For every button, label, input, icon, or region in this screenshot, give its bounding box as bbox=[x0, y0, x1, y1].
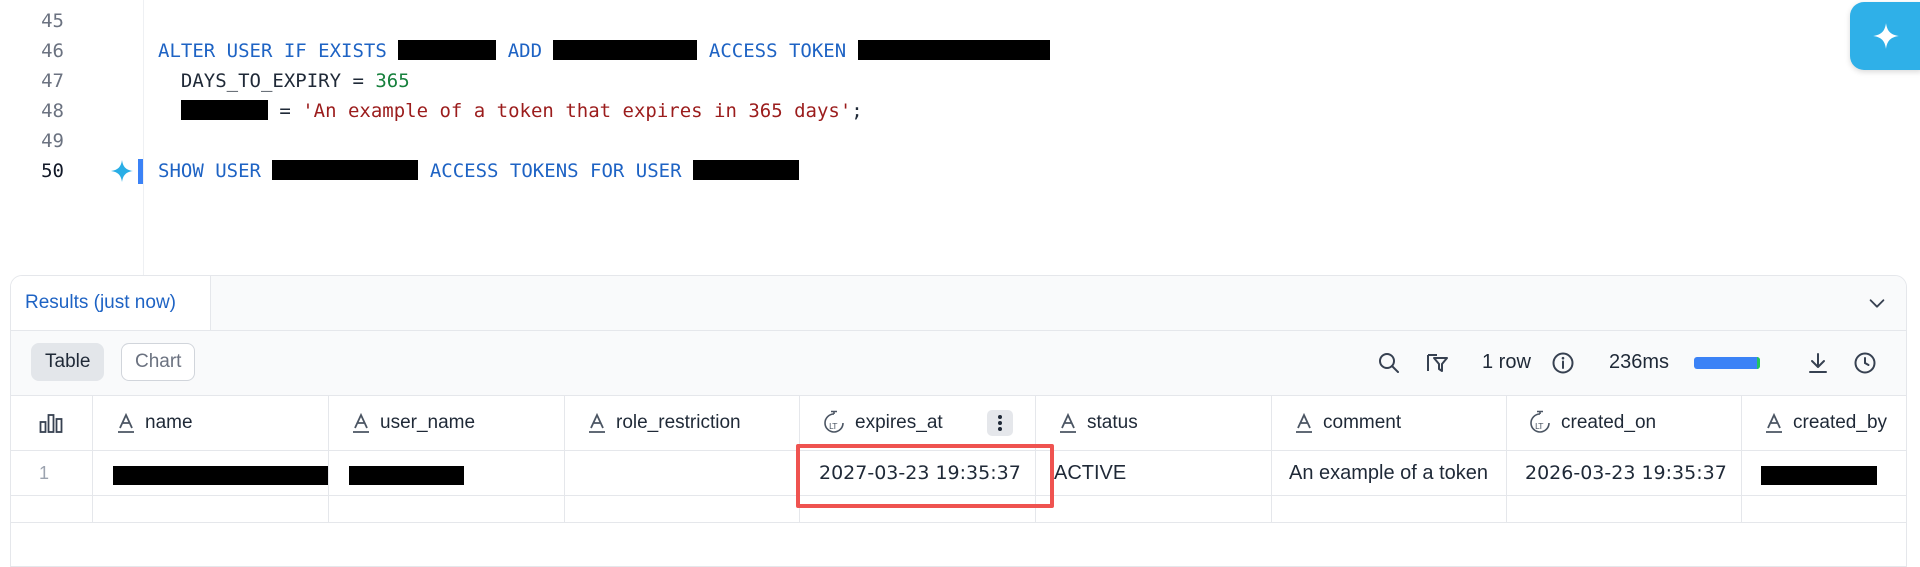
line-number: 45 bbox=[41, 10, 64, 32]
chevron-down-icon[interactable] bbox=[1866, 292, 1888, 314]
chart-view-button[interactable]: Chart bbox=[121, 343, 196, 381]
sparkle-icon bbox=[1873, 23, 1899, 49]
column-header-role-restriction[interactable]: role_restriction bbox=[586, 396, 741, 450]
svg-text:LT: LT bbox=[829, 422, 837, 431]
code-line[interactable]: 48 = 'An example of a token that expires… bbox=[0, 96, 1900, 126]
text-type-icon bbox=[118, 412, 134, 433]
column-header-user-name[interactable]: user_name bbox=[350, 396, 475, 450]
sql-editor[interactable]: 45 46 ALTER USER IF EXISTS ADD ACCESS TO… bbox=[0, 0, 1920, 275]
cell-expires-at[interactable]: 2027-03-23 19:35:37 bbox=[819, 451, 1021, 495]
code-line[interactable]: 47 DAYS_TO_EXPIRY = 365 bbox=[0, 66, 1900, 96]
empty-row bbox=[11, 496, 1906, 523]
text-type-icon bbox=[1060, 412, 1076, 433]
query-duration: 236ms bbox=[1609, 351, 1670, 373]
line-number: 50 bbox=[41, 160, 64, 182]
code-line[interactable]: 46 ALTER USER IF EXISTS ADD ACCESS TOKEN bbox=[0, 36, 1900, 66]
text-type-icon bbox=[589, 412, 605, 433]
column-divider bbox=[799, 396, 800, 522]
ai-assistant-button[interactable] bbox=[1850, 2, 1920, 70]
progress-end-marker bbox=[1757, 357, 1760, 369]
code-text: DAYS_TO_EXPIRY = 365 bbox=[180, 70, 410, 92]
column-divider bbox=[1271, 396, 1272, 522]
text-type-icon bbox=[353, 412, 369, 433]
code-line-active[interactable]: 50 SHOW USER ACCESS TOKENS FOR USER bbox=[0, 156, 1900, 186]
filter-columns-icon[interactable] bbox=[1425, 351, 1449, 375]
column-divider bbox=[1035, 396, 1036, 522]
cell-created-on[interactable]: 2026-03-23 19:35:37 bbox=[1525, 451, 1727, 495]
line-number: 46 bbox=[41, 40, 64, 62]
column-stats-icon[interactable] bbox=[39, 412, 63, 434]
ai-sparkle-icon[interactable] bbox=[110, 159, 134, 183]
search-icon[interactable] bbox=[1377, 351, 1401, 375]
active-line-marker bbox=[138, 159, 143, 184]
redacted-block bbox=[180, 100, 268, 120]
code-line[interactable]: 49 bbox=[0, 126, 1900, 156]
text-type-icon bbox=[1296, 412, 1312, 433]
results-toolbar: Table Chart 1 row 236ms bbox=[11, 331, 1906, 396]
timestamp-type-icon: LT bbox=[824, 410, 844, 433]
query-progress-bar bbox=[1694, 357, 1760, 369]
column-divider bbox=[328, 396, 329, 522]
progress-fill bbox=[1694, 357, 1760, 369]
code-line[interactable]: 45 bbox=[0, 6, 1900, 36]
table-header-row: name user_name role_restriction LT expir… bbox=[11, 396, 1906, 451]
row-index: 1 bbox=[38, 463, 49, 483]
column-divider bbox=[1506, 396, 1507, 522]
column-header-comment[interactable]: comment bbox=[1293, 396, 1401, 450]
redacted-block bbox=[692, 160, 799, 180]
cell-status[interactable]: ACTIVE bbox=[1054, 451, 1126, 495]
more-vertical-icon bbox=[998, 415, 1002, 431]
cell-comment[interactable]: An example of a token bbox=[1289, 451, 1488, 495]
column-header-status[interactable]: status bbox=[1057, 396, 1138, 450]
table-view-button[interactable]: Table bbox=[31, 343, 105, 381]
redacted-block bbox=[857, 40, 1050, 60]
info-icon[interactable] bbox=[1551, 351, 1575, 375]
table-row[interactable]: 1 2027-03-23 19:35:37 ACTIVE An example … bbox=[11, 451, 1906, 496]
history-clock-icon[interactable] bbox=[1853, 351, 1877, 375]
redacted-block bbox=[113, 466, 329, 485]
column-header-created-on[interactable]: LT created_on bbox=[1527, 396, 1656, 450]
code-text: = 'An example of a token that expires in… bbox=[158, 96, 863, 126]
text-type-icon bbox=[1766, 412, 1782, 433]
redacted-block bbox=[349, 466, 464, 485]
column-header-created-by[interactable]: created_by bbox=[1763, 396, 1887, 450]
column-divider bbox=[564, 396, 565, 522]
results-panel: Results (just now) Table Chart 1 row 236… bbox=[10, 275, 1907, 567]
column-header-expires-at[interactable]: LT expires_at bbox=[821, 396, 943, 450]
results-tab[interactable]: Results (just now) bbox=[11, 276, 211, 330]
code-text: ALTER USER IF EXISTS ADD ACCESS TOKEN bbox=[158, 36, 1050, 66]
column-divider bbox=[92, 396, 93, 522]
line-number: 49 bbox=[41, 130, 64, 152]
results-header: Results (just now) bbox=[11, 276, 1906, 331]
download-icon[interactable] bbox=[1806, 351, 1830, 375]
redacted-block bbox=[553, 40, 698, 60]
redacted-block bbox=[1761, 466, 1877, 485]
column-menu-button[interactable] bbox=[987, 410, 1013, 436]
redacted-block bbox=[398, 40, 497, 60]
row-count: 1 row bbox=[1482, 351, 1531, 373]
line-number: 48 bbox=[41, 100, 64, 122]
line-number: 47 bbox=[41, 70, 64, 92]
code-text: SHOW USER ACCESS TOKENS FOR USER bbox=[158, 156, 799, 186]
column-header-name[interactable]: name bbox=[115, 396, 193, 450]
redacted-block bbox=[272, 160, 419, 180]
svg-text:LT: LT bbox=[1535, 422, 1543, 431]
timestamp-type-icon: LT bbox=[1530, 410, 1550, 433]
column-divider bbox=[1741, 396, 1742, 522]
